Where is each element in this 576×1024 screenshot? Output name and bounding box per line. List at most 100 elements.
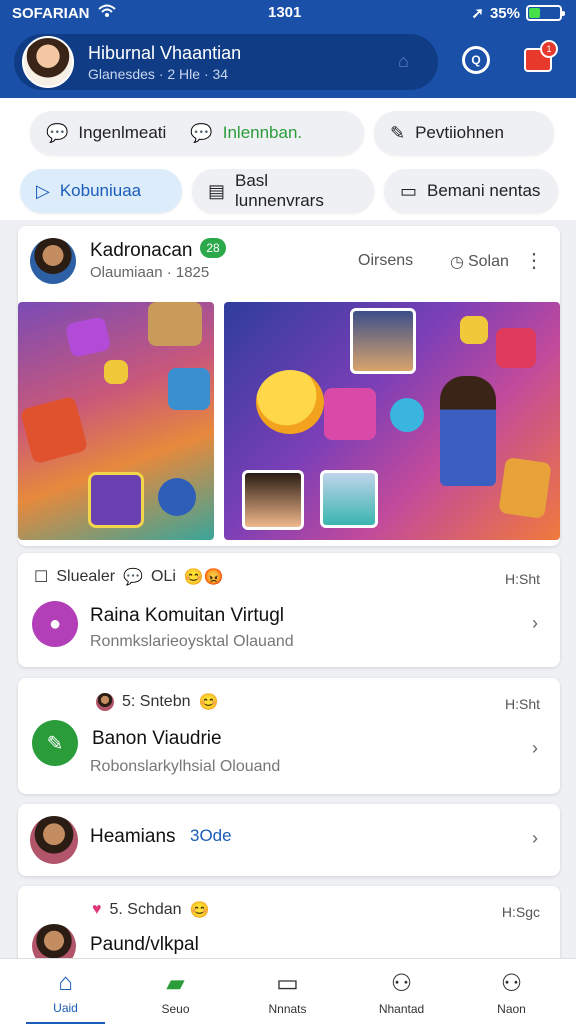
game-block — [460, 316, 488, 344]
emoji-icon: 😊😡 — [183, 569, 224, 586]
character-sun — [256, 370, 324, 434]
home-icon: ⌂ — [58, 969, 73, 996]
chip-label: Bemani nentas — [427, 181, 541, 200]
item-title: Heamians — [90, 826, 176, 847]
game-block — [88, 472, 144, 528]
chip-label: Pevtiiohnen — [415, 123, 504, 142]
chevron-right-icon[interactable]: › — [532, 613, 538, 634]
game-block — [324, 388, 376, 440]
emoji-icon: 😊 — [189, 902, 210, 919]
post-badge: 28 — [200, 238, 226, 258]
item-meta: 5: Sntebn 😊 — [96, 692, 218, 712]
mail-button[interactable]: 1 — [520, 40, 558, 78]
wifi-icon — [97, 4, 116, 22]
post-action-label: Oirsens — [358, 252, 414, 269]
clock-icon: ◷ — [450, 254, 464, 271]
mail-icon: 1 — [524, 40, 558, 72]
battery-percent: 35% — [489, 4, 520, 22]
game-block — [390, 398, 424, 432]
item-meta-label: 5. Schdan — [109, 901, 182, 918]
nav-book[interactable]: ▰ Seuo — [118, 959, 233, 1024]
profile-icon: ⚇ — [500, 969, 523, 997]
post-author[interactable]: Kadronacan — [90, 240, 192, 262]
leaf-icon: ✎ — [32, 720, 78, 766]
nav-label: Nnnats — [268, 1001, 307, 1016]
chat-bubble-icon: 💬 — [190, 122, 213, 143]
nav-home[interactable]: ⌂ Uaid — [8, 959, 123, 1024]
more-options-icon[interactable]: ⋮ — [524, 248, 544, 273]
battery-icon — [526, 5, 565, 21]
post-subtitle: Olaumiaan · 1825 — [90, 264, 210, 281]
nav-label: Naon — [497, 1001, 526, 1016]
item-time: H:Sgc — [501, 904, 540, 920]
chat-bubble-icon: 💬 — [123, 569, 143, 586]
game-block — [19, 395, 89, 465]
game-block — [496, 328, 536, 368]
game-block — [168, 368, 210, 410]
window-icon: ▭ — [276, 969, 299, 997]
post-card[interactable]: Kadronacan 28 Olaumiaan · 1825 Oirsens ◷… — [18, 226, 560, 546]
chip-label: Kobuniuaa — [59, 181, 142, 200]
emoji-icon: 😊 — [198, 694, 219, 711]
post-action-2[interactable]: ◷ Solan — [450, 252, 509, 272]
nav-label: Uaid — [53, 1001, 78, 1015]
chip-label: Ingenlmeati — [78, 123, 167, 142]
chip-group-1[interactable]: 💬 Ingenlmeati 💬 Inlennban. — [30, 111, 364, 155]
profile-name: Hiburnal Vhaantian — [88, 43, 242, 63]
game-card — [498, 457, 552, 519]
pencil-icon: ✎ — [390, 122, 406, 143]
avatar[interactable] — [22, 36, 74, 88]
post-image-right[interactable] — [224, 302, 560, 540]
activity-icon[interactable]: ⌂ — [398, 51, 420, 73]
location-arrow-icon: ➚ — [471, 5, 484, 22]
nav-window[interactable]: ▭ Nnnats — [230, 959, 345, 1024]
nav-profile[interactable]: ⚇ Nhantad — [344, 959, 459, 1024]
post-image-left[interactable] — [18, 302, 214, 540]
item-meta-extra: OLi — [150, 568, 176, 585]
chip-documents[interactable]: ▤ Basl lunnenvrars — [192, 169, 374, 213]
item-title: Paund/vlkpal — [90, 934, 199, 955]
document-icon: ▤ — [208, 180, 226, 201]
item-meta-label: 5: Sntebn — [122, 693, 191, 710]
search-button[interactable]: Q — [458, 42, 494, 78]
chip-edit[interactable]: ✎ Pevtiiohnen — [374, 111, 554, 155]
chevron-right-icon[interactable]: › — [532, 738, 538, 759]
user-photo — [350, 308, 416, 374]
chip-label: Basl lunnenvrars — [235, 171, 324, 210]
search-icon: Q — [462, 46, 490, 74]
game-block — [64, 316, 112, 358]
item-title: Banon Viaudrie — [92, 728, 222, 749]
avatar — [30, 816, 78, 864]
chip-active[interactable]: ▷ Kobuniuaa — [20, 169, 182, 213]
nav-account[interactable]: ⚇ Naon — [454, 959, 569, 1024]
item-title: Raina Komuitan Virtugl — [90, 605, 284, 626]
notification-badge: 1 — [540, 40, 558, 58]
post-action-1[interactable]: Oirsens — [358, 252, 413, 270]
post-action-label: Solan — [467, 253, 509, 270]
item-time: H:Sht — [504, 571, 540, 587]
game-block — [148, 302, 202, 346]
item-meta: ♥ 5. Schdan 😊 — [92, 900, 209, 920]
profile-bar[interactable]: Hiburnal Vhaantian Glanesdes · 2 Hle · 3… — [14, 34, 438, 90]
chevron-right-icon[interactable]: › — [532, 828, 538, 849]
book-icon: ▰ — [166, 969, 185, 997]
list-item[interactable]: ☐ Sluealer 💬 OLi 😊😡 H:Sht ● Raina Komuit… — [18, 553, 560, 667]
item-meta: ☐ Sluealer 💬 OLi 😊😡 — [34, 567, 224, 587]
user-photo — [242, 470, 304, 530]
chip-label: Inlennban. — [222, 123, 303, 142]
app-header: SOFARIAN 1301 ➚ 35% Hiburnal Vhaantian G… — [0, 0, 576, 98]
character-kid — [440, 376, 496, 486]
profile-subtitle: Glanesdes · 2 Hle · 34 — [88, 66, 229, 82]
avatar[interactable] — [30, 238, 76, 284]
chip-window[interactable]: ▭ Bemani nentas — [384, 169, 558, 213]
play-icon: ▷ — [36, 180, 50, 201]
list-item[interactable]: 5: Sntebn 😊 H:Sht ✎ Banon Viaudrie Robon… — [18, 678, 560, 794]
heart-icon: ♥ — [92, 901, 102, 918]
window-icon: ▭ — [400, 180, 418, 201]
avatar — [96, 693, 114, 711]
carrier-label: SOFARIAN — [12, 4, 90, 22]
list-item[interactable]: Heamians 3Ode › — [18, 804, 560, 876]
user-photo — [320, 470, 378, 528]
item-meta-label: Sluealer — [56, 568, 116, 585]
item-subtitle: Robonslarkylhsial Olouand — [90, 758, 281, 775]
